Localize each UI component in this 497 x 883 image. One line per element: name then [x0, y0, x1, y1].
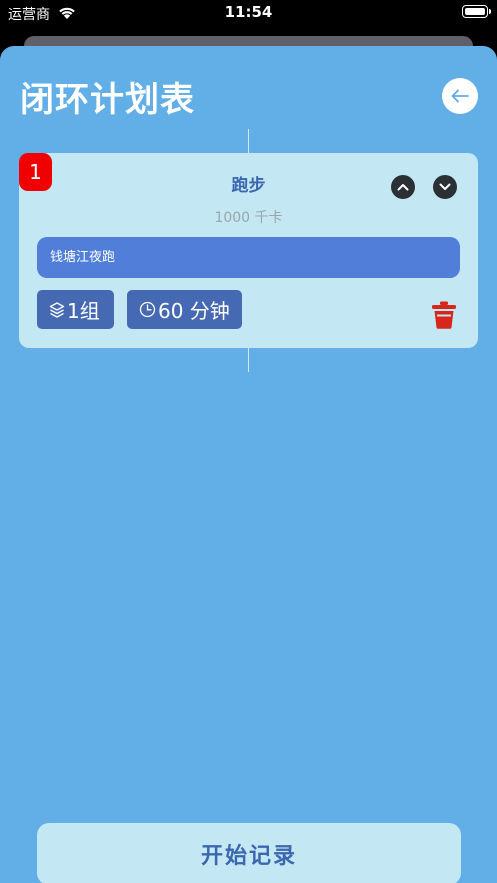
plan-sheet: 闭环计划表 跑步 1000 千卡 钱塘江夜跑 1组 60 分钟 1 开始记录: [0, 46, 497, 883]
move-down-button[interactable]: [433, 175, 457, 199]
battery-icon: [462, 5, 491, 18]
exercise-calories: 1000 千卡: [214, 210, 283, 226]
timeline-line-top: [248, 129, 249, 153]
move-up-button[interactable]: [391, 175, 415, 199]
timeline-line-bottom: [248, 348, 249, 372]
sets-chip[interactable]: 1组: [37, 290, 114, 329]
trash-icon[interactable]: [431, 301, 457, 329]
duration-value: 60 分钟: [158, 299, 230, 323]
item-index-badge: 1: [19, 153, 52, 191]
sets-value: 1组: [67, 299, 100, 323]
plan-item-card: 跑步 1000 千卡 钱塘江夜跑 1组 60 分钟: [19, 153, 478, 348]
page-title: 闭环计划表: [20, 80, 195, 120]
start-record-button[interactable]: 开始记录: [37, 823, 461, 883]
exercise-note[interactable]: 钱塘江夜跑: [37, 237, 460, 278]
duration-chip[interactable]: 60 分钟: [127, 290, 242, 329]
back-button[interactable]: [442, 78, 478, 114]
chevron-down-icon: [439, 183, 451, 190]
arrow-left-icon: [451, 89, 469, 103]
chevron-up-icon: [397, 184, 409, 191]
clock-icon: [139, 301, 156, 318]
status-time: 11:54: [224, 3, 273, 21]
status-bar: 运营商 11:54: [0, 0, 497, 26]
layers-icon: [49, 301, 65, 318]
